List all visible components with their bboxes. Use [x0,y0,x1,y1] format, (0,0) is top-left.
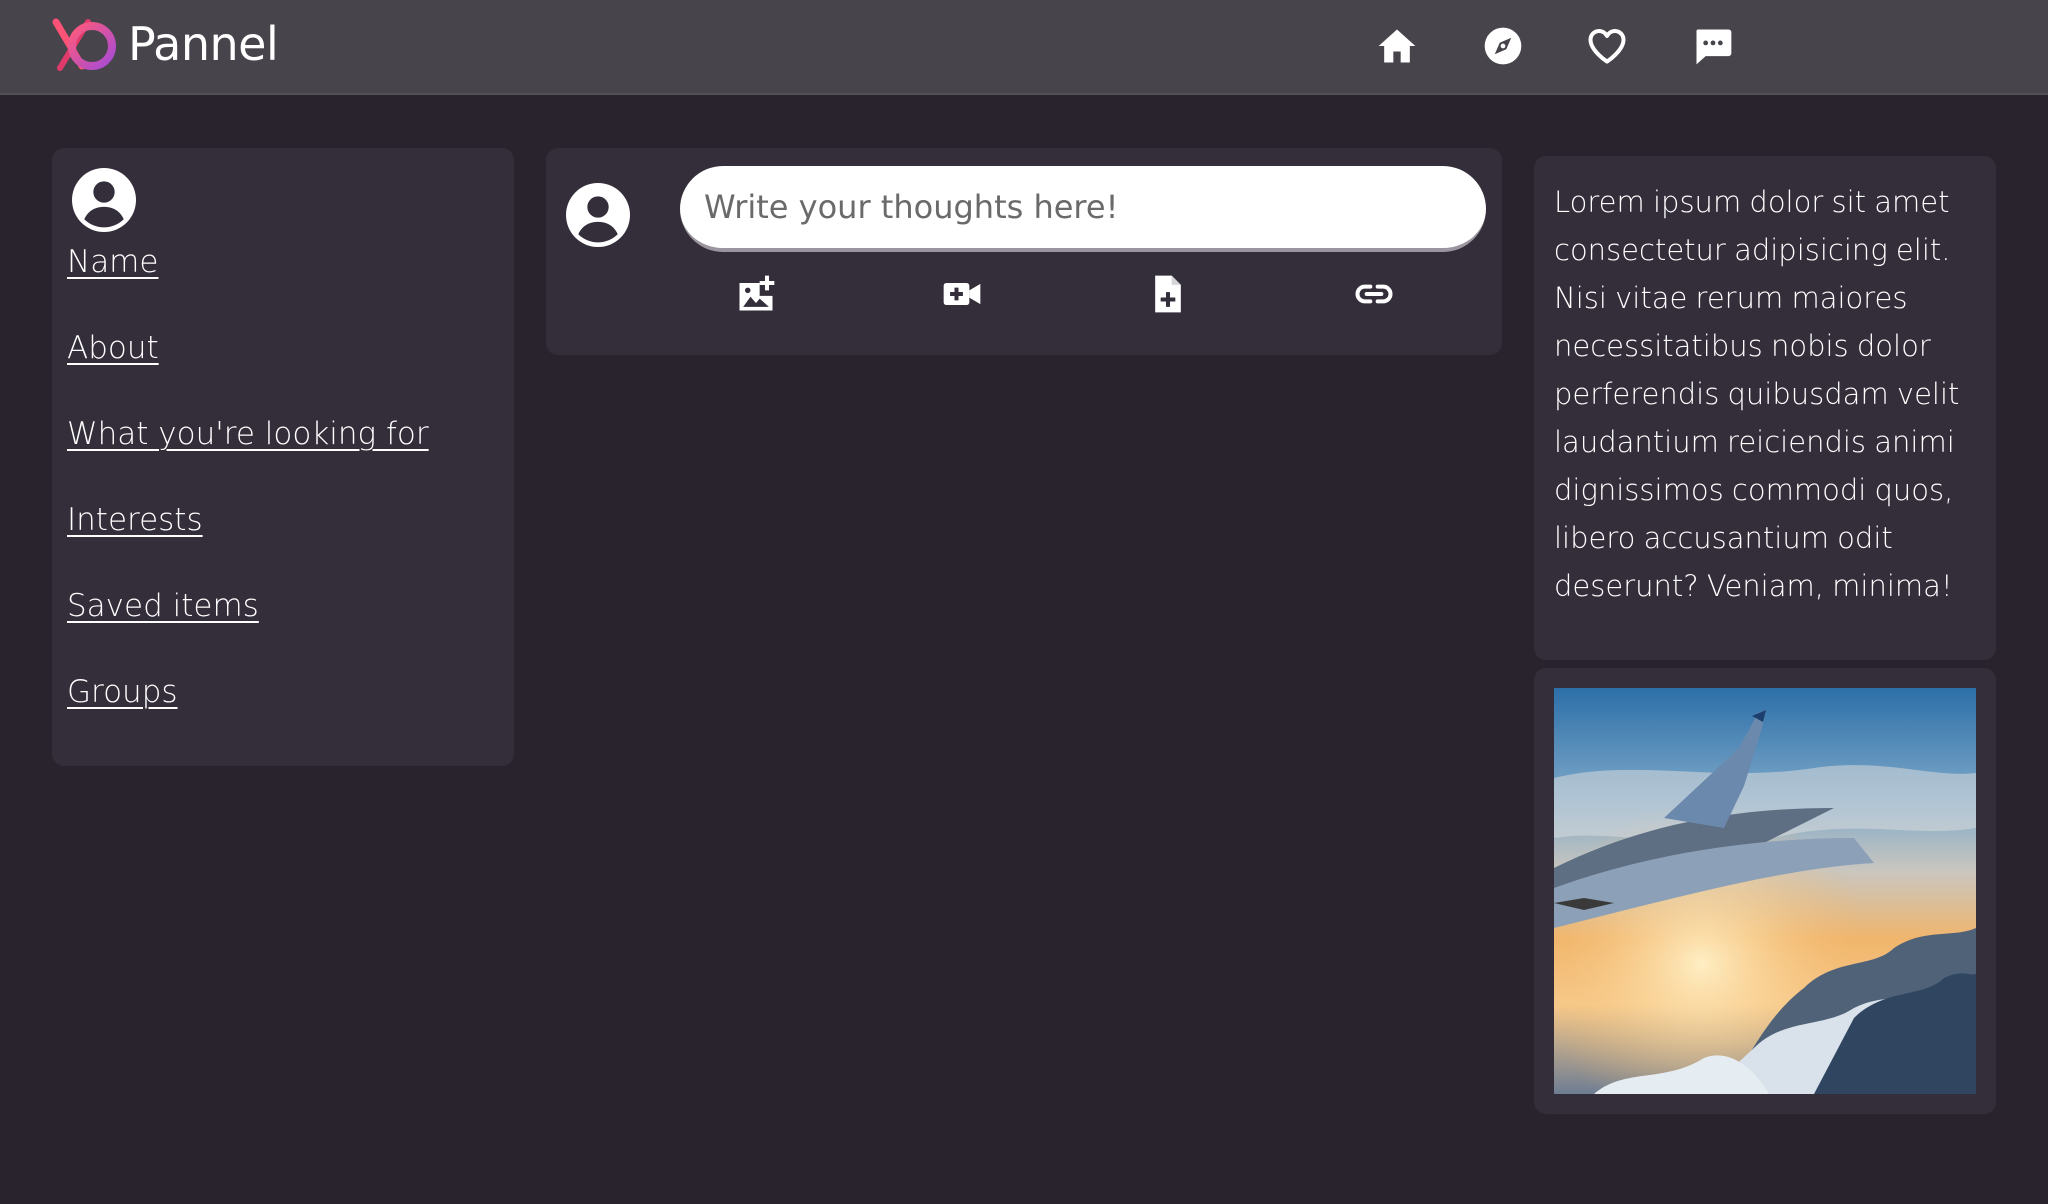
menu-link-interests[interactable]: Interests [67,502,203,538]
home-icon[interactable] [1369,18,1425,74]
user-avatar-icon[interactable] [72,168,136,232]
image-card [1534,668,1996,1114]
brand-logo-icon [52,18,116,71]
user-avatar-icon[interactable] [566,183,630,247]
brand-name: Pannel [128,17,279,71]
post-input[interactable] [680,166,1486,252]
brand[interactable]: Pannel [52,14,279,74]
info-text: Lorem ipsum dolor sit amet consectetur a… [1554,185,1960,603]
profile-menu-panel: Name About What you're looking for Inter… [52,148,514,766]
post-composer [546,148,1502,355]
menu-link-groups[interactable]: Groups [67,674,178,710]
video-add-icon[interactable] [940,272,988,320]
add-file-icon[interactable] [1146,272,1194,320]
heart-icon[interactable] [1579,18,1635,74]
menu-link-looking-for[interactable]: What you're looking for [67,416,429,452]
airplane-wing-sunset-image [1554,688,1976,1094]
info-card: Lorem ipsum dolor sit amet consectetur a… [1534,156,1996,660]
compass-icon[interactable] [1475,18,1531,74]
top-navigation-bar: Pannel [0,0,2048,95]
menu-link-saved-items[interactable]: Saved items [67,588,259,624]
link-icon[interactable] [1352,272,1400,320]
menu-link-name[interactable]: Name [67,244,158,280]
add-photo-icon[interactable] [734,272,782,320]
chat-icon[interactable] [1685,18,1741,74]
menu-link-about[interactable]: About [67,330,159,366]
